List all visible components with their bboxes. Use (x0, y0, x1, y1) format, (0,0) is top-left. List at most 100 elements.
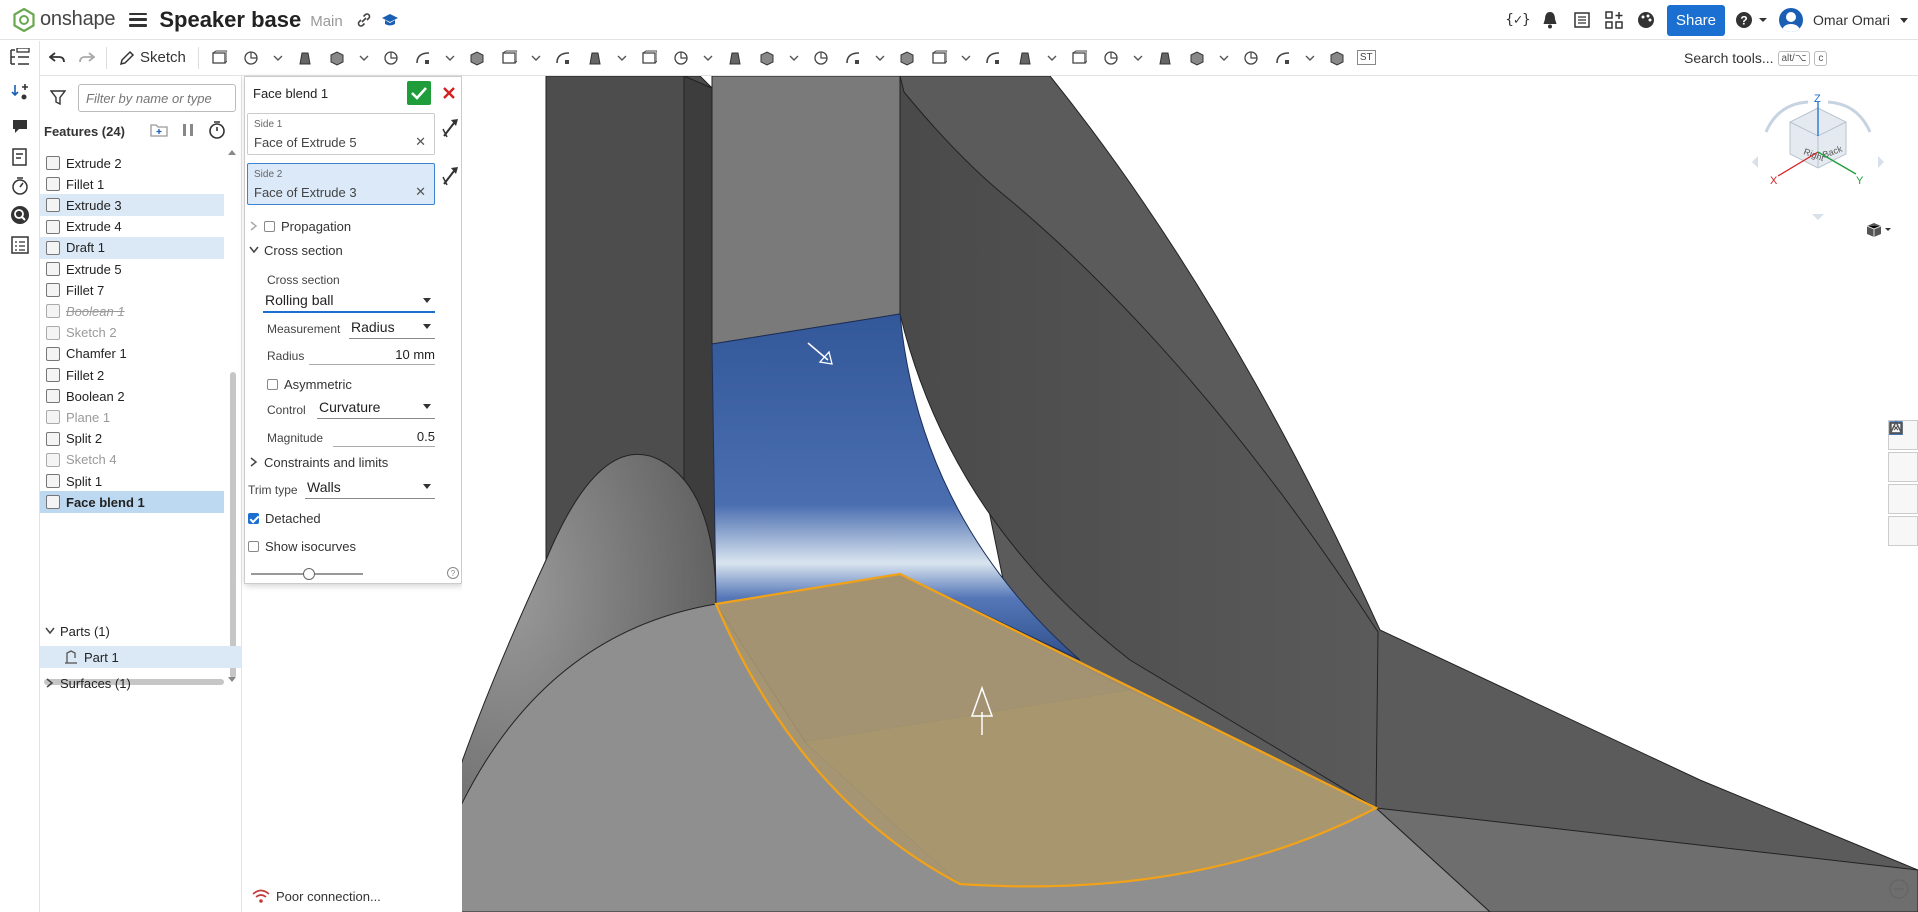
insert-part-icon[interactable] (8, 80, 32, 104)
help-icon[interactable]: ? (1735, 9, 1769, 31)
cross-section-group-header[interactable]: Cross section (245, 239, 463, 261)
comments-icon[interactable] (8, 114, 32, 138)
3d-viewport[interactable]: Right Back Z X Y (462, 76, 1918, 912)
notifications-bell-icon[interactable] (1539, 9, 1561, 31)
section-tool-icon[interactable] (1041, 44, 1063, 72)
render-tool-icon[interactable] (1063, 44, 1095, 72)
loft-tool-icon[interactable] (1321, 44, 1353, 72)
variable-tool-icon[interactable] (955, 44, 977, 72)
magnitude-input[interactable]: 0.5 (333, 425, 435, 447)
flip-side2-icon[interactable] (441, 165, 461, 187)
frame-tool-icon[interactable] (1181, 44, 1213, 72)
stopwatch-icon[interactable] (208, 121, 226, 142)
measurement-dropdown[interactable]: Radius (349, 315, 435, 339)
view-cube[interactable]: Right Back Z X Y (1748, 92, 1888, 222)
rotate-right-icon[interactable] (1878, 156, 1884, 168)
revolve-tool-icon[interactable] (1267, 44, 1299, 72)
graduation-cap-icon[interactable] (379, 9, 401, 31)
sketch-button[interactable]: Sketch (111, 49, 194, 66)
model-graphics[interactable] (462, 76, 1918, 912)
undo-icon[interactable] (42, 44, 72, 72)
appearance-tool-icon[interactable] (1213, 44, 1235, 72)
rotate-left-icon[interactable] (1752, 156, 1758, 168)
app-store-icon[interactable] (1603, 9, 1625, 31)
cross-section-dropdown[interactable]: Rolling ball (263, 289, 435, 313)
opacity-slider-handle[interactable] (303, 568, 315, 580)
feature-item[interactable]: Fillet 2 (40, 364, 224, 386)
detached-checkbox[interactable] (248, 512, 259, 524)
feature-filter-input[interactable] (78, 84, 236, 112)
plane-tool-icon[interactable] (837, 44, 869, 72)
hole-tool-icon[interactable] (525, 44, 547, 72)
part-item[interactable]: Part 1 (40, 646, 242, 668)
radius-input[interactable]: 10 mm (309, 343, 435, 365)
part-studio-feature-tool-icon[interactable] (977, 44, 1009, 72)
search-tools-input[interactable]: Search tools... alt/⌥ c (1684, 44, 1834, 72)
thicken-tool-icon[interactable] (321, 44, 353, 72)
flip-side1-icon[interactable] (441, 117, 461, 139)
main-menu-icon[interactable] (129, 12, 148, 27)
modify-fillet-tool-icon[interactable] (719, 44, 751, 72)
feature-item[interactable]: Plane 1 (40, 406, 224, 428)
user-name[interactable]: Omar Omari (1813, 12, 1890, 28)
feature-item[interactable]: Boolean 2 (40, 385, 224, 407)
user-avatar[interactable] (1779, 8, 1803, 32)
extrude-tool-icon[interactable] (203, 44, 235, 72)
side2-selection-box[interactable]: Side 2 Face of Extrude 3 ✕ (247, 163, 435, 205)
transform-tool-icon[interactable] (665, 44, 697, 72)
clear-side2-icon[interactable]: ✕ (415, 184, 426, 200)
cancel-button[interactable] (437, 81, 461, 105)
sheet-metal-table-button[interactable]: ST (1356, 50, 1376, 65)
feature-item[interactable]: Sketch 2 (40, 322, 224, 344)
propagation-checkbox[interactable] (264, 220, 275, 232)
constraints-and-limits-row[interactable]: Constraints and limits (245, 451, 463, 473)
link-icon[interactable] (353, 9, 375, 31)
asymmetric-checkbox[interactable] (267, 378, 278, 390)
accept-button[interactable] (407, 81, 431, 105)
properties-icon[interactable] (8, 145, 32, 169)
parts-group[interactable]: Parts (1) (40, 620, 242, 642)
enclose-tool-icon[interactable] (353, 44, 375, 72)
extrude-tool-icon[interactable] (1235, 44, 1267, 72)
split-tool-icon[interactable] (633, 44, 665, 72)
branch-name[interactable]: Main (310, 13, 343, 30)
dock-configurations-icon[interactable] (1888, 421, 1918, 482)
filter-funnel-icon[interactable] (49, 90, 67, 109)
mass-properties-icon[interactable] (8, 174, 32, 198)
onshape-logo[interactable]: onshape (12, 7, 116, 32)
sheet-metal-tool-icon[interactable] (1149, 44, 1181, 72)
feature-item[interactable]: Extrude 5 (40, 258, 224, 280)
document-list-icon[interactable] (1571, 9, 1593, 31)
dock-variables-icon[interactable] (1888, 422, 1918, 546)
sweep-tool-icon[interactable] (267, 44, 289, 72)
rotate-down-icon[interactable] (1812, 214, 1824, 220)
document-title[interactable]: Speaker base (159, 7, 301, 33)
move-face-tool-icon[interactable] (751, 44, 783, 72)
control-dropdown[interactable]: Curvature (317, 395, 435, 419)
theme-palette-icon[interactable] (1635, 9, 1657, 31)
feature-item[interactable]: Extrude 2 (40, 152, 224, 174)
sweep-tool-icon[interactable] (1299, 44, 1321, 72)
tag-tool-icon[interactable] (1009, 44, 1041, 72)
curve-tool-icon[interactable] (891, 44, 923, 72)
feature-item[interactable]: Split 2 (40, 428, 224, 450)
scroll-up-arrow-icon[interactable] (227, 148, 237, 156)
user-menu-chevron-icon[interactable] (1900, 17, 1908, 23)
feature-item[interactable]: Fillet 7 (40, 279, 224, 301)
feature-item[interactable]: Fillet 1 (40, 173, 224, 195)
measure-icon[interactable] (8, 203, 32, 227)
linear-pattern-tool-icon[interactable] (547, 44, 579, 72)
revolve-tool-icon[interactable] (235, 44, 267, 72)
feature-item[interactable]: Split 1 (40, 470, 224, 492)
clear-side1-icon[interactable]: ✕ (415, 134, 426, 150)
pause-rollback-icon[interactable] (182, 123, 194, 140)
feature-item[interactable]: Extrude 3 (40, 194, 224, 217)
mirror-tool-icon[interactable] (1127, 44, 1149, 72)
draft-tool-icon[interactable] (439, 44, 461, 72)
feature-list-icon[interactable] (8, 45, 32, 69)
appearance-list-icon[interactable] (8, 233, 32, 257)
derived-tool-icon[interactable] (1095, 44, 1127, 72)
boolean-tool-icon[interactable] (611, 44, 633, 72)
help-icon[interactable]: ? (447, 567, 459, 582)
mate-connector-tool-icon[interactable] (923, 44, 955, 72)
